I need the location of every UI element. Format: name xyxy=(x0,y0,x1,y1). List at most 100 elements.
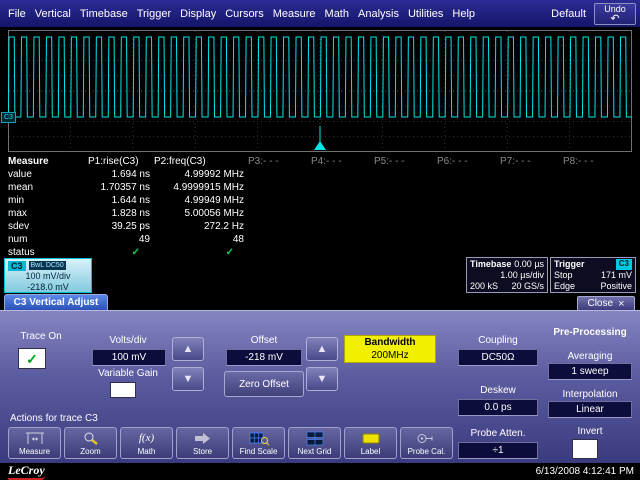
trigger-level: 171 mV xyxy=(601,270,632,281)
interpolation-field[interactable]: Linear xyxy=(548,401,632,418)
measure-row-mean: mean 1.70357 ns 4.9999915 MHz xyxy=(0,181,640,194)
volts-div-down-button[interactable]: ▼ xyxy=(172,367,204,391)
p2-sdev: 272.2 Hz xyxy=(152,221,246,232)
waveform-display[interactable]: C3 xyxy=(0,27,640,155)
action-button-label: Find Scale xyxy=(240,447,278,456)
close-label: Close xyxy=(587,298,613,309)
p6-header[interactable]: P6:- - - xyxy=(435,156,498,167)
offset-up-button[interactable]: ▲ xyxy=(306,337,338,361)
trigger-header: Trigger C3 xyxy=(554,259,632,270)
probe-cal-action-button[interactable]: Probe Cal. xyxy=(400,427,453,459)
trigger-mode: Stop xyxy=(554,270,573,281)
p2-header[interactable]: P2:freq(C3) xyxy=(152,156,246,167)
offset-field[interactable]: -218 mV xyxy=(226,349,302,366)
row-label: min xyxy=(0,195,86,206)
undo-button[interactable]: Undo ↶ xyxy=(594,3,636,25)
store-action-button[interactable]: Store xyxy=(176,427,229,459)
offset-down-button[interactable]: ▼ xyxy=(306,367,338,391)
coupling-field[interactable]: DC50Ω xyxy=(458,349,538,366)
menu-cursors[interactable]: Cursors xyxy=(225,8,264,20)
menu-help[interactable]: Help xyxy=(452,8,475,20)
p1-num: 49 xyxy=(86,234,152,245)
row-label: status xyxy=(0,247,86,258)
close-button[interactable]: Close × xyxy=(577,296,635,311)
volts-div-field[interactable]: 100 mV xyxy=(92,349,166,366)
menu-measure[interactable]: Measure xyxy=(273,8,316,20)
p1-status-check-icon: ✓ xyxy=(86,247,152,258)
action-button-label: Math xyxy=(138,447,156,456)
menu-display[interactable]: Display xyxy=(180,8,216,20)
action-button-label: Next Grid xyxy=(298,447,332,456)
measure-action-button[interactable]: Measure xyxy=(8,427,61,459)
menu-math[interactable]: Math xyxy=(325,8,349,20)
p7-header[interactable]: P7:- - - xyxy=(498,156,561,167)
measure-row-sdev: sdev 39.25 ps 272.2 Hz xyxy=(0,220,640,233)
menu-trigger[interactable]: Trigger xyxy=(137,8,171,20)
menu-timebase[interactable]: Timebase xyxy=(80,8,128,20)
trigger-type-row: Edge Positive xyxy=(554,281,632,292)
measure-table: Measure P1:rise(C3) P2:freq(C3) P3:- - -… xyxy=(0,155,640,259)
p2-mean: 4.9999915 MHz xyxy=(152,182,246,193)
fx-math-icon: f(x) xyxy=(139,431,154,446)
menu-analysis[interactable]: Analysis xyxy=(358,8,399,20)
deskew-label: Deskew xyxy=(456,385,540,396)
deskew-field[interactable]: 0.0 ps xyxy=(458,399,538,416)
trace-on-checkbox[interactable]: ✓ xyxy=(18,348,46,369)
probe-atten-field[interactable]: ÷1 xyxy=(458,442,538,459)
averaging-field[interactable]: 1 sweep xyxy=(548,363,632,380)
invert-checkbox[interactable] xyxy=(572,439,598,459)
action-button-label: Measure xyxy=(19,447,50,456)
measure-header-row: Measure P1:rise(C3) P2:freq(C3) P3:- - -… xyxy=(0,155,640,168)
sample-rate: 20 GS/s xyxy=(511,281,544,292)
timebase-delay: 0.00 µs xyxy=(514,259,544,270)
p5-header[interactable]: P5:- - - xyxy=(372,156,435,167)
variable-gain-checkbox[interactable] xyxy=(110,382,136,398)
label-tag-icon xyxy=(360,431,382,446)
volts-div-up-button[interactable]: ▲ xyxy=(172,337,204,361)
action-button-label: Probe Cal. xyxy=(408,447,446,456)
channel-descriptor-c3[interactable]: C3 BwL DC50 100 mV/div -218.0 mV xyxy=(4,258,92,293)
variable-gain-label: Variable Gain xyxy=(88,368,168,379)
p1-sdev: 39.25 ps xyxy=(86,221,152,232)
p4-header[interactable]: P4:- - - xyxy=(309,156,372,167)
timebase-sampling-row: 200 kS 20 GS/s xyxy=(470,281,544,292)
lecroy-logo: LeCroy xyxy=(8,463,45,480)
zero-offset-button[interactable]: Zero Offset xyxy=(224,371,304,397)
bandwidth-value: 200MHz xyxy=(345,349,435,362)
default-setup-label[interactable]: Default xyxy=(551,8,586,20)
find-scale-action-button[interactable]: Find Scale xyxy=(232,427,285,459)
p2-num: 48 xyxy=(152,234,246,245)
math-action-button[interactable]: f(x) Math xyxy=(120,427,173,459)
status-bar: LeCroy 6/13/2008 4:12:41 PM xyxy=(0,463,640,480)
p8-header[interactable]: P8:- - - xyxy=(561,156,624,167)
close-icon: × xyxy=(618,299,624,309)
next-grid-action-button[interactable]: Next Grid xyxy=(288,427,341,459)
p3-header[interactable]: P3:- - - xyxy=(246,156,309,167)
measure-title: Measure xyxy=(0,156,86,167)
tab-c3-vertical-adjust[interactable]: C3 Vertical Adjust xyxy=(4,294,108,310)
preprocessing-heading: Pre-Processing xyxy=(546,327,634,338)
menu-vertical[interactable]: Vertical xyxy=(35,8,71,20)
timebase-descriptor[interactable]: Timebase 0.00 µs 1.00 µs/div 200 kS 20 G… xyxy=(466,257,548,293)
bandwidth-control[interactable]: Bandwidth 200MHz xyxy=(344,335,436,363)
coupling-label: Coupling xyxy=(456,335,540,346)
label-action-button[interactable]: Label xyxy=(344,427,397,459)
vertical-adjust-dialog: C3 Vertical Adjust Close × Trace On ✓ Vo… xyxy=(0,294,640,463)
channel-baseline-marker[interactable]: C3 xyxy=(1,112,16,123)
menu-utilities[interactable]: Utilities xyxy=(408,8,443,20)
next-grid-icon xyxy=(304,431,326,446)
action-button-label: Store xyxy=(193,447,212,456)
menu-bar: File Vertical Timebase Trigger Display C… xyxy=(0,0,640,27)
menu-file[interactable]: File xyxy=(8,8,26,20)
measure-row-value: value 1.694 ns 4.99992 MHz xyxy=(0,168,640,181)
zoom-action-button[interactable]: Zoom xyxy=(64,427,117,459)
offset-label: Offset xyxy=(226,335,302,346)
channel-badge: C3 xyxy=(8,261,26,271)
p1-header[interactable]: P1:rise(C3) xyxy=(86,156,152,167)
volts-div-label: Volts/div xyxy=(88,335,168,346)
row-label: mean xyxy=(0,182,86,193)
trigger-slope: Positive xyxy=(600,281,632,292)
trigger-descriptor[interactable]: Trigger C3 Stop 171 mV Edge Positive xyxy=(550,257,636,293)
action-button-row: Measure Zoom f(x) Math Store xyxy=(8,427,453,459)
trace-on-label: Trace On xyxy=(8,331,74,342)
